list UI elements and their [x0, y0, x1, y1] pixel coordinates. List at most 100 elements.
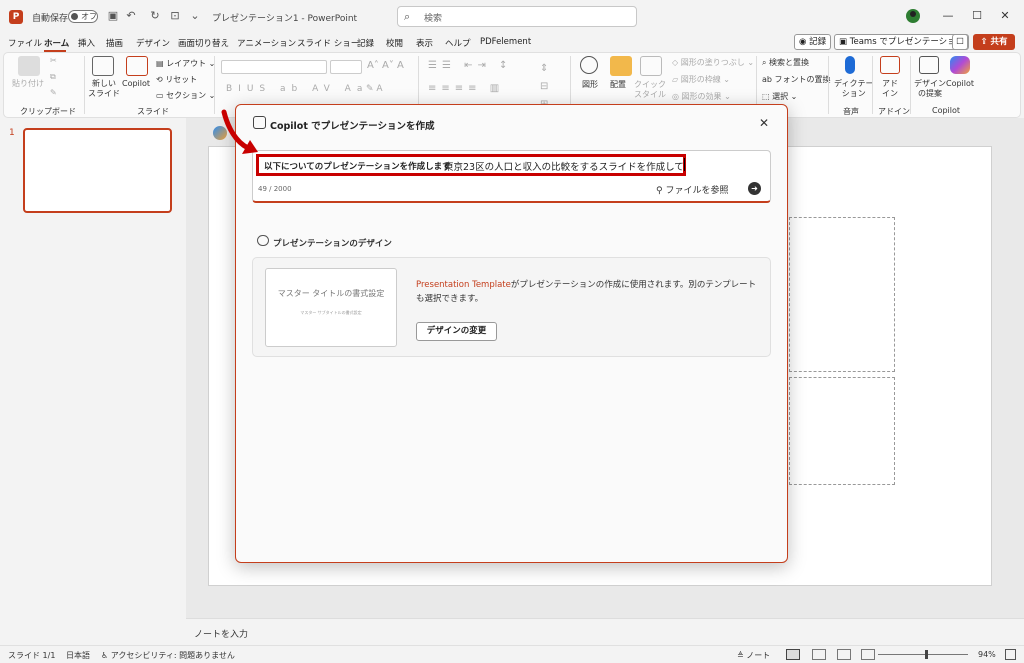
tab-draw[interactable]: 描画	[106, 37, 123, 49]
slideshow-view-icon[interactable]	[861, 649, 875, 660]
tab-file[interactable]: ファイル	[8, 37, 42, 49]
send-arrow-icon[interactable]: ➜	[748, 182, 761, 195]
share-button[interactable]: ⇪ 共有	[973, 34, 1015, 50]
tab-slideshow[interactable]: スライド ショー	[297, 37, 359, 49]
tab-insert[interactable]: 挿入	[78, 37, 95, 49]
template-thumbnail[interactable]	[265, 268, 397, 347]
notes-toggle-label: ノート	[746, 651, 771, 660]
addins-label[interactable]: アド イン	[882, 79, 898, 99]
cut-icon[interactable]: ✂	[50, 56, 57, 65]
shape-outline-button[interactable]: ▱ 図形の枠線 ⌄	[672, 74, 730, 85]
font-size-icons[interactable]: A˄ A˅ A	[367, 60, 404, 71]
quick-style-label[interactable]: クイック スタイル	[634, 80, 666, 100]
teams-button-label: Teams でプレゼンテーション	[849, 37, 965, 47]
tab-animations[interactable]: アニメーション	[237, 37, 296, 49]
slide-thumbnail[interactable]	[23, 128, 172, 213]
select-label: 選択	[772, 92, 789, 101]
microphone-icon[interactable]	[845, 56, 855, 74]
tab-help[interactable]: ヘルプ	[445, 37, 471, 49]
title-placeholder[interactable]	[789, 217, 895, 372]
shape-icon[interactable]	[580, 56, 598, 74]
zoom-slider[interactable]	[878, 654, 968, 655]
zoom-slider-thumb[interactable]	[924, 650, 928, 659]
new-slide-icon[interactable]	[92, 56, 114, 76]
align-icons[interactable]: ≡≡≡≡ ▥	[428, 83, 504, 94]
arrange-icon[interactable]	[610, 56, 632, 76]
reading-view-icon[interactable]	[837, 649, 851, 660]
tab-view[interactable]: 表示	[416, 37, 433, 49]
customize-qat-icon[interactable]: ⌄	[188, 9, 202, 23]
save-icon[interactable]: ▣	[106, 9, 120, 23]
font-size-combo[interactable]	[330, 60, 362, 74]
avatar[interactable]	[906, 9, 920, 23]
format-painter-icon[interactable]: ✎	[50, 88, 57, 97]
share-button-label: 共有	[990, 37, 1008, 47]
notes-toggle[interactable]: ≜ ノート	[737, 650, 770, 661]
ribbon-separator	[910, 56, 911, 114]
fit-to-window-icon[interactable]	[1005, 649, 1016, 660]
browse-files-button[interactable]: ⚲ ファイルを参照	[656, 183, 728, 196]
new-slide-label[interactable]: 新しい スライド	[88, 79, 120, 99]
minimize-icon[interactable]: —	[941, 9, 955, 23]
clipboard-group-label: クリップボード	[20, 107, 76, 116]
copilot-slide-icon[interactable]	[126, 56, 148, 76]
slides-group-label: スライド	[137, 107, 169, 116]
record-button[interactable]: ◉ 記録	[794, 34, 832, 50]
design-ideas-icon[interactable]	[919, 56, 939, 74]
autosave-toggle[interactable]: オフ	[68, 10, 98, 23]
subtitle-placeholder[interactable]	[789, 377, 895, 485]
shape-effect-button[interactable]: ◎ 図形の効果 ⌄	[672, 91, 731, 102]
language-indicator[interactable]: 日本語	[66, 650, 90, 661]
slide-sorter-icon[interactable]	[812, 649, 826, 660]
dictate-label[interactable]: ディクテー ション	[834, 79, 873, 99]
copy-icon[interactable]: ⧉	[50, 72, 56, 82]
shape-label[interactable]: 図形	[582, 80, 598, 90]
copilot-icon[interactable]	[950, 56, 970, 74]
find-replace-button[interactable]: ⌕ 検索と置換	[762, 57, 809, 68]
copilot-slide-label[interactable]: Copilot	[122, 79, 150, 89]
design-heading: プレゼンテーションのデザイン	[273, 239, 392, 249]
redo-icon[interactable]: ↻	[148, 9, 162, 23]
section-button[interactable]: ▭ セクション ⌄	[156, 90, 215, 101]
prompt-value[interactable]: 東京23区の人口と収入の比較をするスライドを作成して	[444, 159, 684, 173]
list-icons[interactable]: ☰☰ ⇤⇥ ↕	[428, 60, 512, 71]
font-color-icons[interactable]: ✎ A	[366, 84, 383, 94]
undo-icon[interactable]: ↶	[124, 9, 138, 23]
search-icon: ⌕	[404, 10, 411, 23]
comments-icon[interactable]: ☐	[952, 34, 968, 50]
maximize-icon[interactable]: ☐	[970, 9, 984, 23]
template-link[interactable]: Presentation Template	[416, 280, 511, 290]
tab-home[interactable]: ホーム	[44, 37, 69, 49]
close-window-icon[interactable]: ✕	[998, 9, 1012, 23]
tab-transitions[interactable]: 画面切り替え	[178, 37, 229, 49]
notes-pane[interactable]: ノートを入力	[186, 618, 1024, 645]
shape-outline-label: 図形の枠線	[680, 75, 721, 84]
copilot-label[interactable]: Copilot	[946, 79, 974, 89]
tab-record[interactable]: 記録	[357, 37, 374, 49]
select-button[interactable]: ⬚ 選択 ⌄	[762, 91, 797, 102]
close-icon[interactable]: ✕	[757, 116, 771, 130]
tab-review[interactable]: 校閲	[386, 37, 403, 49]
change-design-button[interactable]: デザインの変更	[416, 322, 497, 341]
tab-pdfelement[interactable]: PDFelement	[480, 37, 531, 47]
slideshow-icon[interactable]: ⊡	[168, 9, 182, 23]
document-title: プレゼンテーション1 - PowerPoint	[212, 14, 358, 24]
shape-fill-button[interactable]: ◇ 図形の塗りつぶし ⌄	[672, 57, 754, 68]
teams-present-button[interactable]: ▣ Teams でプレゼンテーション	[834, 34, 970, 50]
normal-view-icon[interactable]	[786, 649, 800, 660]
quick-style-icon[interactable]	[640, 56, 662, 76]
arrange-label[interactable]: 配置	[610, 80, 626, 90]
design-ideas-label[interactable]: デザイン の提案	[914, 79, 946, 99]
addins-icon[interactable]	[880, 56, 900, 74]
reset-button[interactable]: ⟲ リセット	[156, 74, 197, 85]
font-name-combo[interactable]	[221, 60, 327, 74]
tab-design[interactable]: デザイン	[136, 37, 170, 49]
replace-font-button[interactable]: ab フォントの置換	[762, 74, 831, 85]
zoom-level[interactable]: 94%	[978, 650, 996, 659]
accessibility-status[interactable]: ♿ アクセシビリティ: 問題ありません	[101, 650, 235, 661]
shape-effect-label: 図形の効果	[681, 92, 722, 101]
paste-icon[interactable]	[18, 56, 40, 76]
font-format-icons[interactable]: BIUS ab AV Aa	[226, 84, 368, 94]
search-box[interactable]: ⌕ 検索	[397, 6, 637, 27]
layout-button[interactable]: ▤ レイアウト ⌄	[156, 58, 215, 69]
